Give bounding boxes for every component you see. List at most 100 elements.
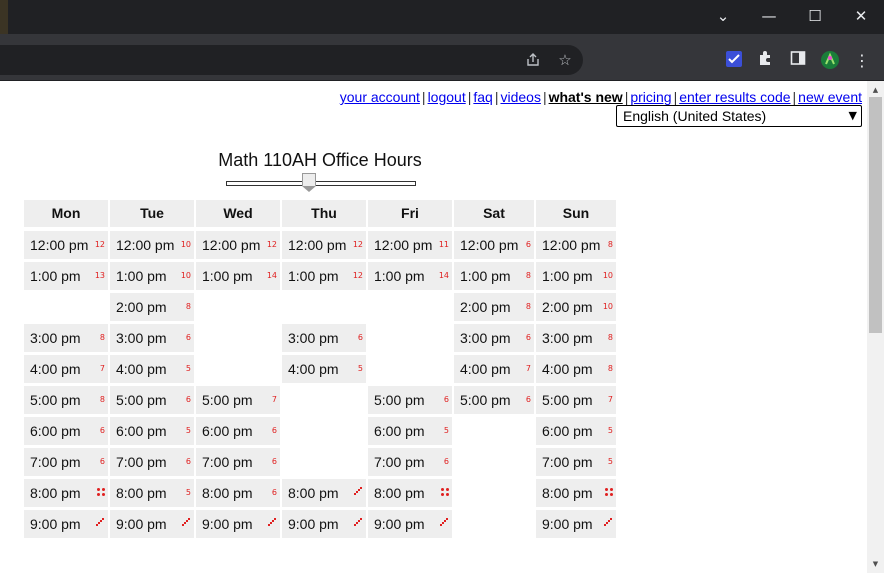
time-slot[interactable]: 7:00 pm 6 xyxy=(368,448,452,476)
time-slot-label: 1:00 pm xyxy=(542,268,593,284)
time-slot-label: 9:00 pm xyxy=(202,516,253,532)
time-slot[interactable]: 1:00 pm 10 xyxy=(110,262,194,290)
time-slot[interactable]: 1:00 pm 10 xyxy=(536,262,616,290)
time-slot[interactable]: 3:00 pm 6 xyxy=(110,324,194,352)
time-slot[interactable]: 1:00 pm 14 xyxy=(368,262,452,290)
time-slot[interactable]: 9:00 pm xyxy=(196,510,280,538)
availability-diagonal-icon xyxy=(354,487,363,496)
time-slot[interactable]: 3:00 pm 8 xyxy=(536,324,616,352)
day-column-tue: Tue 12:00 pm 10 1:00 pm 10 2:00 pm 8 3:00 pm 6 4:… xyxy=(110,200,194,538)
time-slot[interactable]: 2:00 pm 8 xyxy=(110,293,194,321)
time-slot-label: 8:00 pm xyxy=(30,485,81,501)
time-slot[interactable]: 6:00 pm 6 xyxy=(196,417,280,445)
time-slot[interactable]: 7:00 pm 6 xyxy=(24,448,108,476)
availability-count: 8 xyxy=(525,271,531,280)
time-slot[interactable]: 1:00 pm 14 xyxy=(196,262,280,290)
time-slot[interactable]: 5:00 pm 7 xyxy=(196,386,280,414)
nav-your-account-link[interactable]: your account xyxy=(340,89,420,105)
timezone-slider-track[interactable] xyxy=(226,181,416,186)
time-slot-label: 8:00 pm xyxy=(202,485,253,501)
time-slot-label: 9:00 pm xyxy=(30,516,81,532)
time-slot[interactable]: 7:00 pm 5 xyxy=(536,448,616,476)
time-slot[interactable]: 9:00 pm xyxy=(368,510,452,538)
time-slot[interactable]: 5:00 pm 8 xyxy=(24,386,108,414)
time-slot[interactable]: 12:00 pm 6 xyxy=(454,231,534,259)
time-slot-label: 1:00 pm xyxy=(460,268,511,284)
nav-logout-link[interactable]: logout xyxy=(428,89,466,105)
time-slot-label: 9:00 pm xyxy=(542,516,593,532)
address-bar[interactable]: ☆ xyxy=(0,45,583,75)
nav-enter-results-code-link[interactable]: enter results code xyxy=(679,89,790,105)
time-slot[interactable]: 5:00 pm 6 xyxy=(368,386,452,414)
time-slot[interactable]: 7:00 pm 6 xyxy=(110,448,194,476)
share-icon[interactable] xyxy=(518,45,548,75)
time-slot[interactable]: 1:00 pm 12 xyxy=(282,262,366,290)
puzzle-icon[interactable] xyxy=(755,50,777,72)
time-slot-label: 8:00 pm xyxy=(542,485,593,501)
minimize-button[interactable]: — xyxy=(746,0,792,32)
time-slot[interactable]: 1:00 pm 13 xyxy=(24,262,108,290)
time-slot[interactable]: 12:00 pm 11 xyxy=(368,231,452,259)
nav-pricing-link[interactable]: pricing xyxy=(630,89,671,105)
time-slot[interactable]: 3:00 pm 6 xyxy=(454,324,534,352)
time-slot[interactable]: 5:00 pm 6 xyxy=(110,386,194,414)
time-slot[interactable]: 6:00 pm 5 xyxy=(368,417,452,445)
time-slot[interactable]: 6:00 pm 5 xyxy=(110,417,194,445)
time-slot[interactable]: 12:00 pm 8 xyxy=(536,231,616,259)
nav-separator: | xyxy=(792,89,797,105)
scrollbar-thumb[interactable] xyxy=(869,97,882,333)
profile-icon[interactable] xyxy=(819,50,841,72)
time-slot[interactable]: 7:00 pm 6 xyxy=(196,448,280,476)
timezone-slider-handle[interactable] xyxy=(302,173,316,192)
time-slot[interactable]: 4:00 pm 7 xyxy=(454,355,534,383)
time-slot[interactable]: 12:00 pm 12 xyxy=(282,231,366,259)
time-slot[interactable]: 8:00 pm xyxy=(536,479,616,507)
time-slot[interactable]: 5:00 pm 6 xyxy=(454,386,534,414)
time-slot[interactable]: 4:00 pm 8 xyxy=(536,355,616,383)
close-button[interactable]: ✕ xyxy=(838,0,884,32)
time-slot[interactable]: 3:00 pm 8 xyxy=(24,324,108,352)
time-slot[interactable]: 8:00 pm xyxy=(368,479,452,507)
time-slot[interactable]: 9:00 pm xyxy=(24,510,108,538)
time-slot[interactable]: 5:00 pm 7 xyxy=(536,386,616,414)
time-slot[interactable]: 6:00 pm 5 xyxy=(536,417,616,445)
time-slot[interactable]: 9:00 pm xyxy=(536,510,616,538)
time-slot[interactable]: 8:00 pm 6 xyxy=(196,479,280,507)
maximize-button[interactable]: ☐ xyxy=(792,0,838,32)
time-slot[interactable]: 12:00 pm 12 xyxy=(196,231,280,259)
time-slot[interactable]: 9:00 pm xyxy=(110,510,194,538)
availability-count: 5 xyxy=(607,426,613,435)
time-slot[interactable]: 8:00 pm xyxy=(282,479,366,507)
time-slot[interactable]: 4:00 pm 5 xyxy=(282,355,366,383)
time-slot[interactable]: 4:00 pm 5 xyxy=(110,355,194,383)
time-slot[interactable]: 1:00 pm 8 xyxy=(454,262,534,290)
time-slot[interactable]: 2:00 pm 10 xyxy=(536,293,616,321)
nav-new-event-link[interactable]: new event xyxy=(798,89,862,105)
time-slot[interactable]: 6:00 pm 6 xyxy=(24,417,108,445)
nav-videos-link[interactable]: videos xyxy=(500,89,540,105)
bookmark-star-icon[interactable]: ☆ xyxy=(550,45,580,75)
scroll-down-icon[interactable]: ▼ xyxy=(867,557,884,571)
availability-count: 10 xyxy=(180,271,191,280)
time-slot[interactable]: 8:00 pm 5 xyxy=(110,479,194,507)
time-slot[interactable]: 2:00 pm 8 xyxy=(454,293,534,321)
extension-icon[interactable] xyxy=(723,50,745,72)
language-select[interactable]: English (United States) ▼ xyxy=(616,105,862,127)
nav-faq-link[interactable]: faq xyxy=(473,89,492,105)
sidebar-icon[interactable] xyxy=(787,50,809,72)
availability-count: 6 xyxy=(185,333,191,342)
time-slot-label: 5:00 pm xyxy=(374,392,425,408)
scroll-up-icon[interactable]: ▲ xyxy=(867,83,884,97)
time-slot-label: 12:00 pm xyxy=(542,237,601,253)
tab-search-icon[interactable]: ⌄ xyxy=(700,0,746,32)
nav-whats-new-link[interactable]: what's new xyxy=(549,89,623,105)
page-scrollbar[interactable]: ▲ ▼ xyxy=(867,81,884,573)
menu-icon[interactable]: ⋮ xyxy=(851,50,873,72)
nav-separator: | xyxy=(467,89,472,105)
time-slot[interactable]: 4:00 pm 7 xyxy=(24,355,108,383)
time-slot[interactable]: 9:00 pm xyxy=(282,510,366,538)
time-slot[interactable]: 12:00 pm 10 xyxy=(110,231,194,259)
time-slot[interactable]: 12:00 pm 12 xyxy=(24,231,108,259)
time-slot[interactable]: 8:00 pm xyxy=(24,479,108,507)
time-slot[interactable]: 3:00 pm 6 xyxy=(282,324,366,352)
